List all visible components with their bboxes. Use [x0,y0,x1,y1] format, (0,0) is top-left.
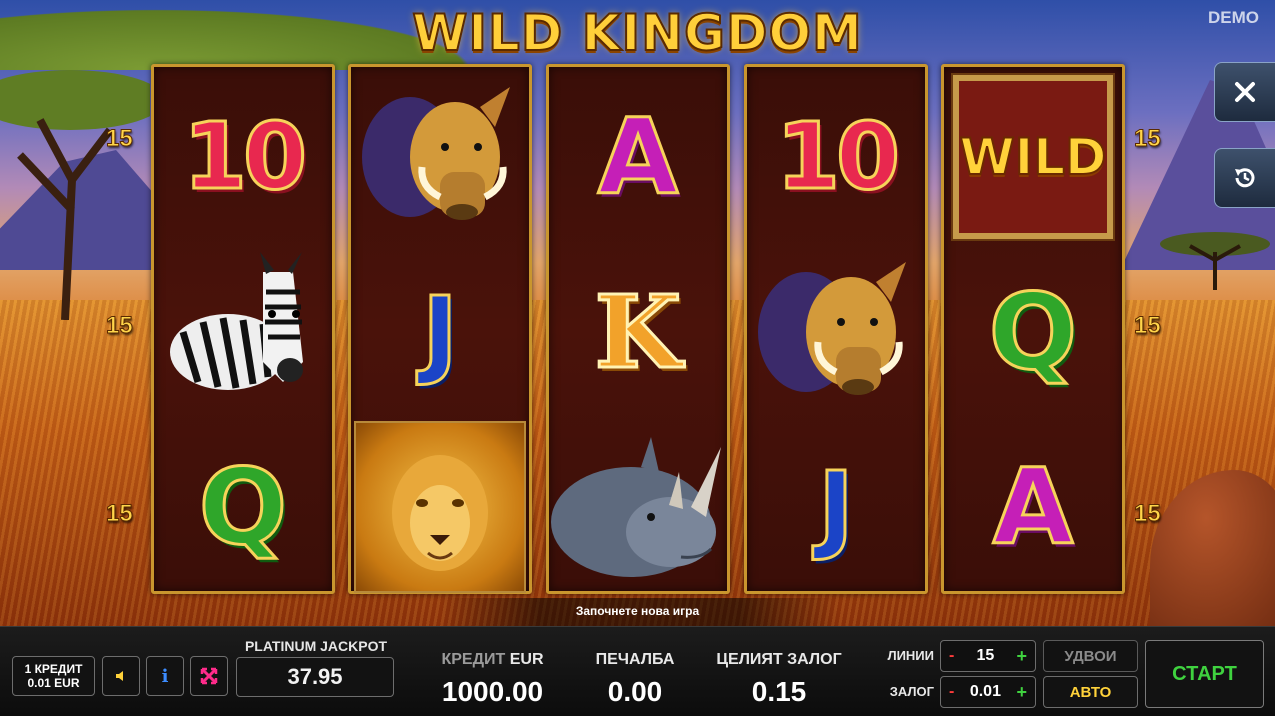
symbol-ten: 10 [747,69,925,244]
symbol-ten: 10 [154,69,332,244]
wild-frame: WILD [951,72,1115,241]
symbol-queen: Q [154,419,332,594]
symbol-lion [351,419,529,594]
warthog-icon [362,86,510,220]
symbol-label: A [991,445,1074,568]
reel-3: A K [546,64,730,594]
lines-decrease-button[interactable]: - [949,647,954,665]
lion-frame [354,420,526,593]
close-button[interactable] [1214,62,1275,122]
reel-4: 10 J [744,64,928,594]
symbol-warthog [747,244,925,419]
start-button[interactable]: СТАРТ [1145,640,1264,708]
symbol-king: K [549,244,727,419]
reel-5: WILD Q A [941,64,1125,594]
symbol-zebra [154,244,332,419]
status-message: Започнете нова игра [575,604,700,618]
symbol-label: K [593,272,683,391]
demo-badge: DEMO [1208,8,1259,27]
symbol-rhino [549,419,727,594]
symbol-label: Q [987,270,1078,393]
fullscreen-button[interactable] [190,656,228,696]
symbol-label: 10 [181,102,308,210]
bet-increase-button[interactable]: + [1016,682,1027,703]
wild-label: WILD [958,127,1107,187]
info-button[interactable]: i [146,656,184,696]
double-button[interactable]: УДВОИ [1043,640,1138,672]
lines-increase-button[interactable]: + [1016,646,1027,667]
sound-button[interactable] [102,656,140,696]
line-number-right-1: 15 [1134,125,1162,153]
win-label: ПЕЧАЛБА [595,651,675,668]
reel-2: J [348,64,532,594]
symbol-label: A [596,95,679,218]
symbol-jack: J [351,244,529,419]
symbol-warthog [351,69,529,244]
game-logo: WILD KINGDOM [411,3,863,63]
credit-currency: EUR [509,651,544,668]
info-icon: i [161,665,169,687]
auto-button[interactable]: АВТО [1043,676,1138,708]
denomination-button[interactable]: 1 КРЕДИТ 0.01 EUR [12,656,95,696]
symbol-wild: WILD [944,69,1122,244]
total-bet-label: ЦЕЛИЯТ ЗАЛОГ [716,651,842,668]
credit-label-text: КРЕДИТ [441,651,506,668]
history-button[interactable] [1214,148,1275,208]
reel-1: 10 Q [151,64,335,594]
acacia-tree-left [0,70,150,320]
symbol-queen: Q [944,244,1122,419]
credit-value: 1000.00 [441,676,544,707]
symbol-jack: J [747,419,925,594]
history-icon [1235,168,1255,188]
fullscreen-icon [200,667,218,685]
close-icon [1235,82,1255,102]
bet-stepper: - 0.01 + [940,676,1036,708]
line-number-right-3: 15 [1134,500,1162,528]
symbol-ace: A [944,419,1122,594]
denomination-line1: 1 КРЕДИТ [24,662,83,676]
denomination-line2: 0.01 EUR [27,676,80,690]
line-number-left-3: 15 [106,500,134,528]
line-number-right-2: 15 [1134,312,1162,340]
total-bet-value: 0.15 [751,676,807,707]
symbol-ace: A [549,69,727,244]
lines-value: 15 [976,647,995,664]
line-number-left-2: 15 [106,312,134,340]
lion-icon [392,454,488,571]
zebra-icon [170,251,303,390]
bet-value: 0.01 [969,683,1001,700]
acacia-tree-right [1160,232,1270,290]
symbol-label: J [817,450,856,563]
credit-label: КРЕДИТ EUR [420,651,565,669]
symbol-label: 10 [774,102,901,210]
win-value: 0.00 [607,676,663,707]
jackpot-value: 37.95 [236,657,394,697]
lines-label: ЛИНИИ [887,648,934,663]
speaker-icon [116,671,123,681]
line-number-left-1: 15 [106,125,134,153]
bet-decrease-button[interactable]: - [949,683,954,701]
lines-stepper: - 15 + [940,640,1036,672]
rhino-icon [550,436,721,577]
symbol-label: J [421,275,460,388]
symbol-label: Q [197,445,288,568]
jackpot-label: PLATINUM JACKPOT [244,638,388,654]
warthog-icon [758,261,906,395]
bet-label: ЗАЛОГ [889,684,934,699]
